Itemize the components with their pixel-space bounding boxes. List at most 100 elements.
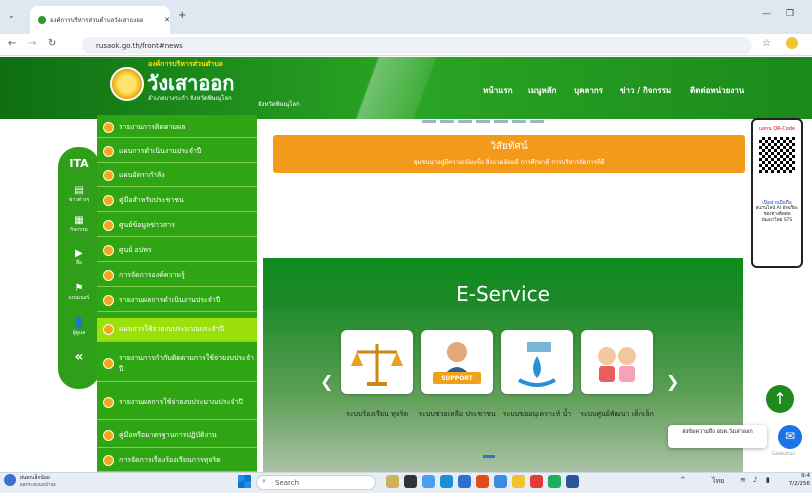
taskbar-app-icon[interactable] xyxy=(386,475,399,488)
clock-time[interactable]: 9:4 xyxy=(788,473,810,479)
menu-item[interactable]: การจัดการองค์ความรู้ xyxy=(97,265,257,287)
taskbar-search[interactable]: Search xyxy=(256,475,376,490)
menu-bullet-icon xyxy=(103,245,114,256)
search-icon: ⌕ xyxy=(262,477,266,485)
app-icon[interactable] xyxy=(530,475,543,488)
menu-bullet-icon xyxy=(103,430,114,441)
slider-indicator[interactable] xyxy=(422,120,548,123)
eservice-label[interactable]: ระบบร้องเรียน ทุจริต xyxy=(332,409,422,419)
collapse-button[interactable]: « xyxy=(58,349,100,365)
double-chevron-left-icon: « xyxy=(74,349,84,365)
menu-bullet-icon xyxy=(103,324,114,335)
water-icon xyxy=(518,342,556,387)
vision-title: วิสัยทัศน์ xyxy=(490,141,528,152)
clock-date[interactable]: 7/2/256 xyxy=(784,481,810,487)
eservice-card-complaint[interactable] xyxy=(341,330,413,394)
bookmark-star-icon[interactable]: ☆ xyxy=(762,38,771,49)
battery-icon[interactable]: ▮ xyxy=(766,476,770,484)
menu-bullet-icon xyxy=(103,170,114,181)
reload-icon[interactable]: ↻ xyxy=(48,38,56,49)
admin-button[interactable]: 👤 ผู้ดูแล xyxy=(58,318,100,337)
province-label: จังหวัดพิษณุโลก xyxy=(258,101,300,108)
eservice-card-support[interactable]: SUPPORT xyxy=(421,330,493,394)
menu-item[interactable]: รายงานผลการดำเนินงานประจำปี xyxy=(97,290,257,312)
menu-item[interactable]: คู่มือหรือมาตรฐานการปฏิบัติงาน xyxy=(97,424,257,448)
eservice-label[interactable]: ระบบช่วยเหลือ ประชาชน xyxy=(412,409,502,419)
nav-main-menu[interactable]: เมนูหลัก xyxy=(528,84,557,97)
activities-button[interactable]: ▦ กิจกรรม xyxy=(58,215,100,234)
calendar-icon: ▦ xyxy=(74,215,84,226)
prev-arrow-icon[interactable]: ❮ xyxy=(320,372,333,391)
carousel-dot[interactable] xyxy=(483,455,495,458)
menu-item-label: การจัดการเรื่องร้องเรียนการทุจริต xyxy=(119,456,221,464)
menu-item[interactable]: แผนการดำเนินงานประจำปี xyxy=(97,141,257,163)
tray-chevron-icon[interactable]: ^ xyxy=(680,476,686,484)
taskview-icon[interactable] xyxy=(404,475,417,488)
nav-personnel[interactable]: บุคลากร xyxy=(574,84,603,97)
nav-home[interactable]: หน้าแรก xyxy=(483,84,513,97)
news-icon: ▤ xyxy=(74,185,84,196)
new-tab-icon[interactable]: + xyxy=(178,10,186,21)
menu-item[interactable]: ศูนย์ข้อมูลข่าวสาร xyxy=(97,215,257,237)
support-badge: SUPPORT xyxy=(441,375,473,382)
input-language[interactable]: ไทย xyxy=(712,476,724,487)
qr-text: เปิดผ่านมือถือ สแกนไลน์ AI อัจฉริยะ ช่อง… xyxy=(754,200,800,224)
eservice-card-childcare[interactable] xyxy=(581,330,653,394)
menu-item-label: รายงานผลการดำเนินงานประจำปี xyxy=(119,296,221,304)
menu-bullet-icon xyxy=(103,295,114,306)
news-button[interactable]: ▤ ข่าวต่างๆ xyxy=(58,185,100,204)
app-icon[interactable] xyxy=(494,475,507,488)
word-icon[interactable] xyxy=(566,475,579,488)
scroll-top-button[interactable]: ↑ xyxy=(766,385,794,413)
back-icon[interactable]: ← xyxy=(8,38,16,49)
widgets-icon[interactable] xyxy=(422,475,435,488)
menu-bullet-icon xyxy=(103,220,114,231)
restore-icon[interactable]: ❐ xyxy=(786,9,794,19)
menu-item[interactable]: รายงานผลการใช้จ่ายงบประมาณประจำปี xyxy=(97,386,257,420)
menu-item[interactable]: ศูนย์ อปพร xyxy=(97,240,257,262)
menu-bullet-icon xyxy=(103,270,114,281)
nav-contact[interactable]: ติดต่อหน่วยงาน xyxy=(690,84,744,97)
next-arrow-icon[interactable]: ❯ xyxy=(666,372,679,391)
org-tagline: อำเภอบางระกำ จังหวัดพิษณุโลก xyxy=(148,95,232,102)
close-tab-icon[interactable]: ✕ xyxy=(164,16,170,24)
nav-news[interactable]: ข่าว / กิจกรรม xyxy=(620,84,671,97)
weather-icon[interactable] xyxy=(4,474,16,486)
extension-icon[interactable] xyxy=(786,37,798,49)
menu-item-label: ศูนย์ข้อมูลข่าวสาร xyxy=(119,221,175,229)
wifi-icon[interactable]: ≋ xyxy=(740,476,746,484)
mail-icon[interactable] xyxy=(458,475,471,488)
windows-start-icon[interactable] xyxy=(238,475,251,488)
menu-item[interactable]: คู่มือสำหรับประชาชน xyxy=(97,190,257,212)
forward-icon[interactable]: → xyxy=(28,38,36,49)
browser-tab[interactable]: องค์การบริหารส่วนตำบลวังเสาธงออ ✕ xyxy=(30,6,170,34)
banner-button[interactable]: ⚑ แบนเนอร์ xyxy=(58,283,100,302)
eservice-card-water[interactable] xyxy=(501,330,573,394)
menu-item[interactable]: รายงานการกำกับติดตามการใช้จ่ายงบประจำปี xyxy=(97,346,257,382)
ita-button[interactable]: ITA xyxy=(58,158,100,169)
chat-prompt[interactable]: ส่งข้อความถึง อบต.วังเสาออก xyxy=(668,425,767,448)
qr-heading: แสกน QR-Code xyxy=(758,126,796,132)
edge-icon[interactable] xyxy=(440,475,453,488)
menu-item-label: ศูนย์ อปพร xyxy=(119,246,152,254)
menu-item[interactable]: รายงานการติดตามผล xyxy=(97,118,257,138)
menu-item-active[interactable]: แผนการใช้จ่ายงบประมาณประจำปี xyxy=(97,318,257,342)
messenger-icon: ✉ xyxy=(784,429,796,443)
menu-item-label: คู่มือสำหรับประชาชน xyxy=(119,196,184,204)
messenger-button[interactable]: ✉ xyxy=(778,425,802,449)
getbutton-brand: GetButton xyxy=(772,452,796,457)
tab-search-icon[interactable]: ⌄ xyxy=(8,11,15,20)
menu-item[interactable]: แผนอัตรากำลัง xyxy=(97,165,257,187)
media-button[interactable]: ▶ สื่อ xyxy=(58,248,100,267)
app-icon[interactable] xyxy=(548,475,561,488)
eservice-label[interactable]: ระบบศูนย์พัฒนา เด็กเล็ก xyxy=(572,409,662,419)
menu-item[interactable]: การจัดการเรื่องร้องเรียนการทุจริต xyxy=(97,450,257,472)
minimize-icon[interactable]: — xyxy=(762,9,771,19)
volume-icon[interactable]: ♪ xyxy=(753,476,757,484)
org-logo[interactable] xyxy=(110,67,144,101)
eservice-label[interactable]: ระบบขออนุเคราะห์ น้ำ xyxy=(492,409,582,419)
file-explorer-icon[interactable] xyxy=(512,475,525,488)
chrome-icon[interactable] xyxy=(476,475,489,488)
url-input[interactable]: rusaok.go.th/front#news xyxy=(82,37,752,54)
play-icon: ▶ xyxy=(75,248,83,259)
